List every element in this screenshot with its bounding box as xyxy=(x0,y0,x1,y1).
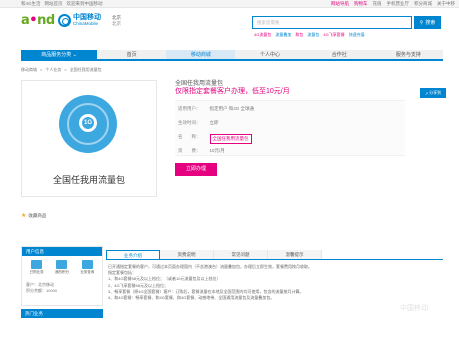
search-button-label: 搜索 xyxy=(425,20,436,26)
user-info-panel: 用户信息 已购业务 我的积分 业务查询 客户：北京移动 积分余额：10000 xyxy=(21,246,103,306)
attr-row: 生效时间： 立即 xyxy=(178,120,219,126)
tab-fees[interactable]: 资费说明 xyxy=(160,250,214,259)
top-link-about[interactable]: 关于中移 xyxy=(437,1,455,7)
top-link-welcome: 欢迎来到中国移动 xyxy=(66,1,103,6)
package-size-badge: 1G xyxy=(82,117,94,129)
hot-keyword[interactable]: 快速充值 xyxy=(349,32,365,38)
attr-value: 10元/月 xyxy=(209,148,225,153)
attr-row: 资 费： 10元/月 xyxy=(178,148,225,154)
top-left-links: 和4G生活 网站首页 欢迎来到中国移动 xyxy=(21,1,103,7)
attr-label: 资 费： xyxy=(178,148,201,153)
share-icon: ↗ xyxy=(424,90,429,96)
product-image: 1G 全国任我用流量包 xyxy=(21,80,157,197)
tab-intro[interactable]: 业务介绍 xyxy=(106,250,160,259)
nav-item-partner[interactable]: 合作社 xyxy=(305,50,374,59)
top-link-mobile-hall[interactable]: 手机营业厅 xyxy=(387,1,410,7)
share-button[interactable]: ↗ 分享到 xyxy=(420,88,446,98)
chevron-down-icon: ⌄ xyxy=(72,52,77,58)
product-subtitle: 仅限指定套餐客户办理，低至10元/月 xyxy=(175,88,290,95)
favorite-button[interactable]: ★ 收藏商品 xyxy=(21,212,47,220)
search-input[interactable]: 搜索您需要 xyxy=(252,16,412,29)
category-menu-button[interactable]: 商品服务分类 ⌄ xyxy=(21,50,98,59)
my-points-button[interactable]: 我的积分 xyxy=(55,260,69,275)
hot-keywords: 4G流量包 流量叠加 和包 流量包 4G飞享套餐 快速充值 xyxy=(254,32,365,38)
hot-keyword[interactable]: 4G流量包 xyxy=(254,32,271,38)
hot-services-title: 热门业务 xyxy=(21,309,103,318)
attr-row: 名 称： 全国任我用流量包 xyxy=(178,134,252,144)
region-sub-label: 北京 xyxy=(112,21,121,26)
package-option-tag[interactable]: 全国任我用流量包 xyxy=(209,134,252,144)
top-link-home[interactable]: 网站首页 xyxy=(45,1,63,7)
user-info-title: 用户信息 xyxy=(22,247,102,256)
breadcrumb-item[interactable]: 个人业务 xyxy=(45,67,61,73)
breadcrumb: 移动商城 > 个人业务 > 全国任我用流量包 xyxy=(21,67,102,73)
data-package-icon: 1G xyxy=(59,95,117,153)
top-link-4g[interactable]: 和4G生活 xyxy=(21,1,41,7)
watermark: 中国移动 xyxy=(400,305,428,312)
logo-en-text: ChinaMobile xyxy=(73,20,99,26)
nav-item-mall[interactable]: 移动商城 xyxy=(166,50,236,59)
document-icon xyxy=(81,260,93,269)
description-line: 4、和4G套餐：畅享套餐、和4G套餐、和4G套餐、动感地带、全国通用流量包及流量… xyxy=(108,295,275,301)
detail-tabs: 业务介绍 资费说明 常见问题 温馨提示 xyxy=(106,250,443,260)
service-query-button[interactable]: 业务查询 xyxy=(80,260,94,275)
hot-keyword[interactable]: 4G飞享套餐 xyxy=(323,32,344,38)
favorite-label: 收藏商品 xyxy=(28,212,47,218)
tab-faq[interactable]: 常见问题 xyxy=(214,250,268,259)
breadcrumb-item[interactable]: 移动商城 xyxy=(21,67,37,73)
top-right-links: 网站导航 购物车 充值 手机营业厅 积分商城 关于中移 xyxy=(331,1,455,7)
china-mobile-logo[interactable]: 中国移动 ChinaMobile xyxy=(58,14,101,27)
search-icon: ⚲ xyxy=(419,19,424,26)
top-link-cart[interactable]: 购物车 xyxy=(354,1,368,7)
top-utility-bar: 和4G生活 网站首页 欢迎来到中国移动 网站导航 购物车 充值 手机营业厅 积分… xyxy=(0,0,459,8)
nav-item-personal[interactable]: 个人中心 xyxy=(235,50,304,59)
shield-icon xyxy=(31,260,43,269)
region-selector[interactable]: 北京 北京 xyxy=(112,15,121,27)
purchased-services-button[interactable]: 已购业务 xyxy=(30,260,44,275)
and-logo[interactable]: a•nd xyxy=(21,14,55,27)
search-button[interactable]: ⚲ 搜索 xyxy=(414,16,441,29)
attr-label: 适用用户： xyxy=(178,106,201,111)
user-info-text: 客户：北京移动 积分余额：10000 xyxy=(26,282,58,293)
attr-value: 指定用户 和4G 全球通 xyxy=(209,106,255,111)
hot-keyword[interactable]: 和包 xyxy=(295,32,303,38)
hot-keyword[interactable]: 流量叠加 xyxy=(275,32,291,38)
attr-row: 适用用户： 指定用户 和4G 全球通 xyxy=(178,106,254,112)
breadcrumb-item: 全国任我用流量包 xyxy=(69,67,102,72)
description-text: 已开通指定套餐的客户，可通过本页面办理国内（不含港澳台）流量叠加包，办理后立即生… xyxy=(108,264,443,301)
top-link-points[interactable]: 积分商城 xyxy=(414,1,432,7)
star-icon: ★ xyxy=(21,213,27,219)
attr-label: 名 称： xyxy=(178,134,201,139)
hot-keyword[interactable]: 流量包 xyxy=(307,32,319,38)
nav-item-home[interactable]: 首页 xyxy=(97,50,166,59)
attr-value: 立即 xyxy=(209,120,219,125)
product-attributes: 适用用户： 指定用户 和4G 全球通 生效时间： 立即 名 称： 全国任我用流量… xyxy=(175,100,405,156)
nav-item-support[interactable]: 服务与支持 xyxy=(374,50,443,59)
china-mobile-logo-icon xyxy=(58,14,71,27)
top-link-recharge[interactable]: 充值 xyxy=(373,1,382,7)
buy-now-button[interactable]: 立即办理 xyxy=(175,163,217,176)
top-link-nav[interactable]: 网站导航 xyxy=(331,1,349,7)
main-nav: 商品服务分类 ⌄ 首页 移动商城 个人中心 合作社 服务与支持 xyxy=(21,50,443,61)
product-image-caption: 全国任我用流量包 xyxy=(52,175,125,185)
tab-tips[interactable]: 温馨提示 xyxy=(268,250,322,259)
wallet-icon xyxy=(56,260,68,269)
attr-label: 生效时间： xyxy=(178,120,201,125)
